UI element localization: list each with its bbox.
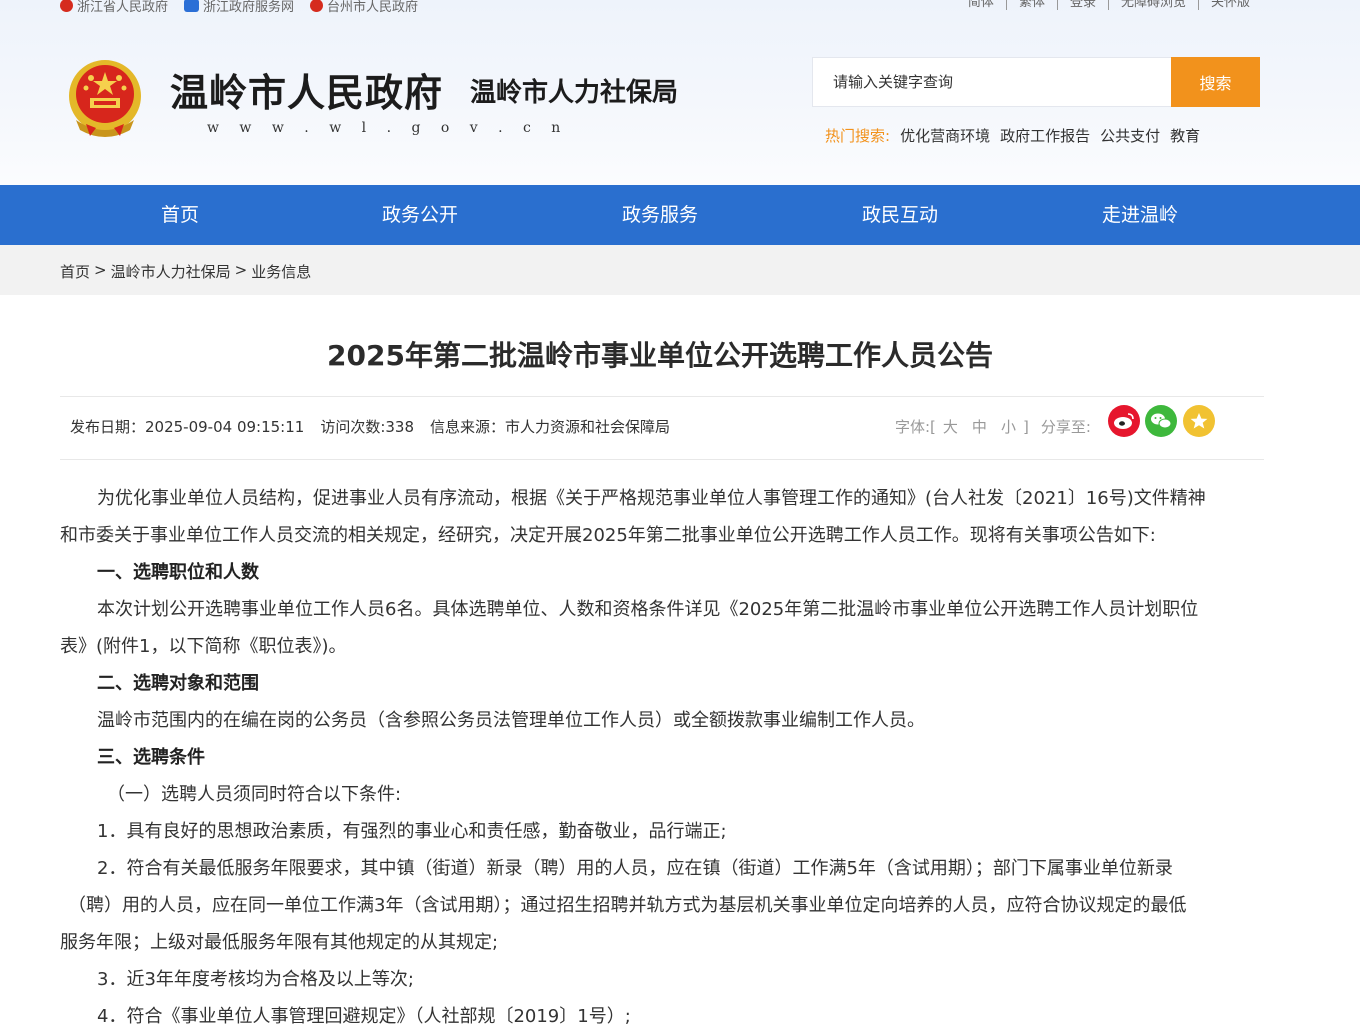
paragraph: 4．符合《事业单位人事管理回避规定》（人社部规〔2019〕1号）; — [97, 1006, 631, 1027]
font-size-controls: 字体:[ 大 中 小 ] 分享至: — [895, 416, 1091, 437]
paragraph: （聘）用的人员，应在同一单位工作满3年（含试用期）；通过招生招聘并轨方式为基层机… — [68, 895, 1187, 916]
nav-gov-affairs-open[interactable]: 政务公开 — [300, 185, 540, 245]
site-subtitle: 温岭市人力社保局 — [470, 78, 679, 108]
hot-search-label: 热门搜索: — [825, 127, 891, 145]
top-link-zhejiang-gov[interactable]: 浙江省人民政府 — [60, 0, 168, 15]
font-size-label: 字体:[ — [895, 418, 936, 436]
font-size-large[interactable]: 大 — [936, 416, 965, 437]
section-heading: 三、选聘条件 — [97, 747, 205, 768]
font-size-small[interactable]: 小 — [994, 416, 1023, 437]
breadcrumb-business-info[interactable]: 业务信息 — [251, 261, 311, 282]
site-title[interactable]: 温岭市人民政府 — [170, 62, 443, 117]
paragraph: 和市委关于事业单位工作人员交流的相关规定，经研究，决定开展2025年第二批事业单… — [60, 525, 1156, 546]
emblem-icon — [60, 0, 73, 12]
link-simplified[interactable]: 简体 — [956, 0, 1007, 10]
divider — [60, 459, 1264, 460]
top-link-zhejiang-service[interactable]: 浙江政府服务网 — [184, 0, 294, 15]
main-nav: 首页 政务公开 政务服务 政民互动 走进温岭 — [0, 185, 1360, 245]
link-care-version[interactable]: 关怀版 — [1199, 0, 1250, 10]
national-emblem-logo[interactable] — [66, 58, 144, 140]
hot-search-row: 热门搜索: 优化营商环境 政府工作报告 公共支付 教育 — [825, 125, 1200, 146]
paragraph: 3．近3年年度考核均为合格及以上等次; — [97, 969, 414, 990]
weibo-icon — [1114, 413, 1134, 429]
paragraph: 温岭市范围内的在编在岗的公务员（含参照公务员法管理单位工作人员）或全额拨款事业编… — [97, 710, 925, 731]
visit-count: 访问次数:338 — [320, 418, 414, 436]
publish-date: 发布日期：2025-09-04 09:15:11 — [70, 418, 305, 436]
link-traditional[interactable]: 繁体 — [1007, 0, 1058, 10]
breadcrumb-separator: > — [234, 261, 248, 279]
nav-gov-services[interactable]: 政务服务 — [540, 185, 780, 245]
emblem-icon — [310, 0, 324, 12]
hot-search-item[interactable]: 公共支付 — [1100, 125, 1160, 146]
article-meta: 发布日期：2025-09-04 09:15:11 访问次数:338 信息来源：市… — [70, 416, 670, 437]
breadcrumb-separator: > — [94, 261, 107, 279]
top-links: 浙江省人民政府 浙江政府服务网 台州市人民政府 — [60, 0, 418, 15]
section-heading: 二、选聘对象和范围 — [97, 673, 259, 694]
nav-home[interactable]: 首页 — [60, 185, 300, 245]
nav-interaction[interactable]: 政民互动 — [780, 185, 1020, 245]
info-source: 信息来源：市人力资源和社会保障局 — [430, 418, 671, 436]
share-favorite-button[interactable] — [1183, 405, 1215, 437]
article-title: 2025年第二批温岭市事业单位公开选聘工作人员公告 — [327, 339, 993, 372]
paragraph: （一）选聘人员须同时符合以下条件: — [107, 784, 402, 805]
divider — [60, 396, 1264, 397]
nav-about-wenling[interactable]: 走进温岭 — [1020, 185, 1260, 245]
hot-search-item[interactable]: 教育 — [1170, 125, 1200, 146]
link-accessibility[interactable]: 无障碍浏览 — [1109, 0, 1199, 10]
paragraph: 本次计划公开选聘事业单位工作人员6名。具体选聘单位、人数和资格条件详见《2025… — [97, 599, 1199, 620]
section-heading: 一、选聘职位和人数 — [97, 562, 259, 583]
hot-search-item[interactable]: 政府工作报告 — [1000, 125, 1090, 146]
paragraph: 表》(附件1，以下简称《职位表》)。 — [60, 636, 347, 657]
font-size-medium[interactable]: 中 — [965, 416, 994, 437]
paragraph: 服务年限；上级对最低服务年限有其他规定的从其规定; — [60, 932, 499, 953]
share-label: 分享至: — [1040, 418, 1091, 436]
breadcrumb-home[interactable]: 首页 — [60, 261, 90, 282]
paragraph: 1．具有良好的思想政治素质，有强烈的事业心和责任感，勤奋敬业，品行端正; — [97, 821, 727, 842]
search-input[interactable] — [813, 58, 1171, 106]
site-url: w w w . w l . g o v . c n — [207, 120, 569, 136]
breadcrumb-bureau[interactable]: 温岭市人力社保局 — [111, 261, 231, 282]
service-logo-icon — [184, 0, 200, 12]
share-weibo-button[interactable] — [1108, 405, 1140, 437]
hot-search-item[interactable]: 优化营商环境 — [900, 125, 990, 146]
search-box — [812, 57, 1172, 107]
wechat-icon — [1151, 413, 1172, 429]
share-wechat-button[interactable] — [1145, 405, 1177, 437]
top-right-links: 简体 繁体 登录 无障碍浏览 关怀版 — [956, 0, 1250, 10]
paragraph: 2．符合有关最低服务年限要求，其中镇（街道）新录（聘）用的人员，应在镇（街道）工… — [97, 858, 1173, 879]
paragraph: 为优化事业单位人员结构，促进事业人员有序流动，根据《关于严格规范事业单位人事管理… — [97, 488, 1206, 509]
breadcrumb-band: 首页 > 温岭市人力社保局 > 业务信息 — [0, 245, 1360, 295]
top-link-taizhou-gov[interactable]: 台州市人民政府 — [310, 0, 418, 15]
star-icon — [1190, 413, 1208, 429]
search-button[interactable]: 搜索 — [1171, 57, 1260, 107]
article-body: 为优化事业单位人员结构，促进事业人员有序流动，根据《关于严格规范事业单位人事管理… — [60, 480, 1260, 1035]
link-login[interactable]: 登录 — [1058, 0, 1109, 10]
breadcrumb: 首页 > 温岭市人力社保局 > 业务信息 — [60, 261, 311, 282]
